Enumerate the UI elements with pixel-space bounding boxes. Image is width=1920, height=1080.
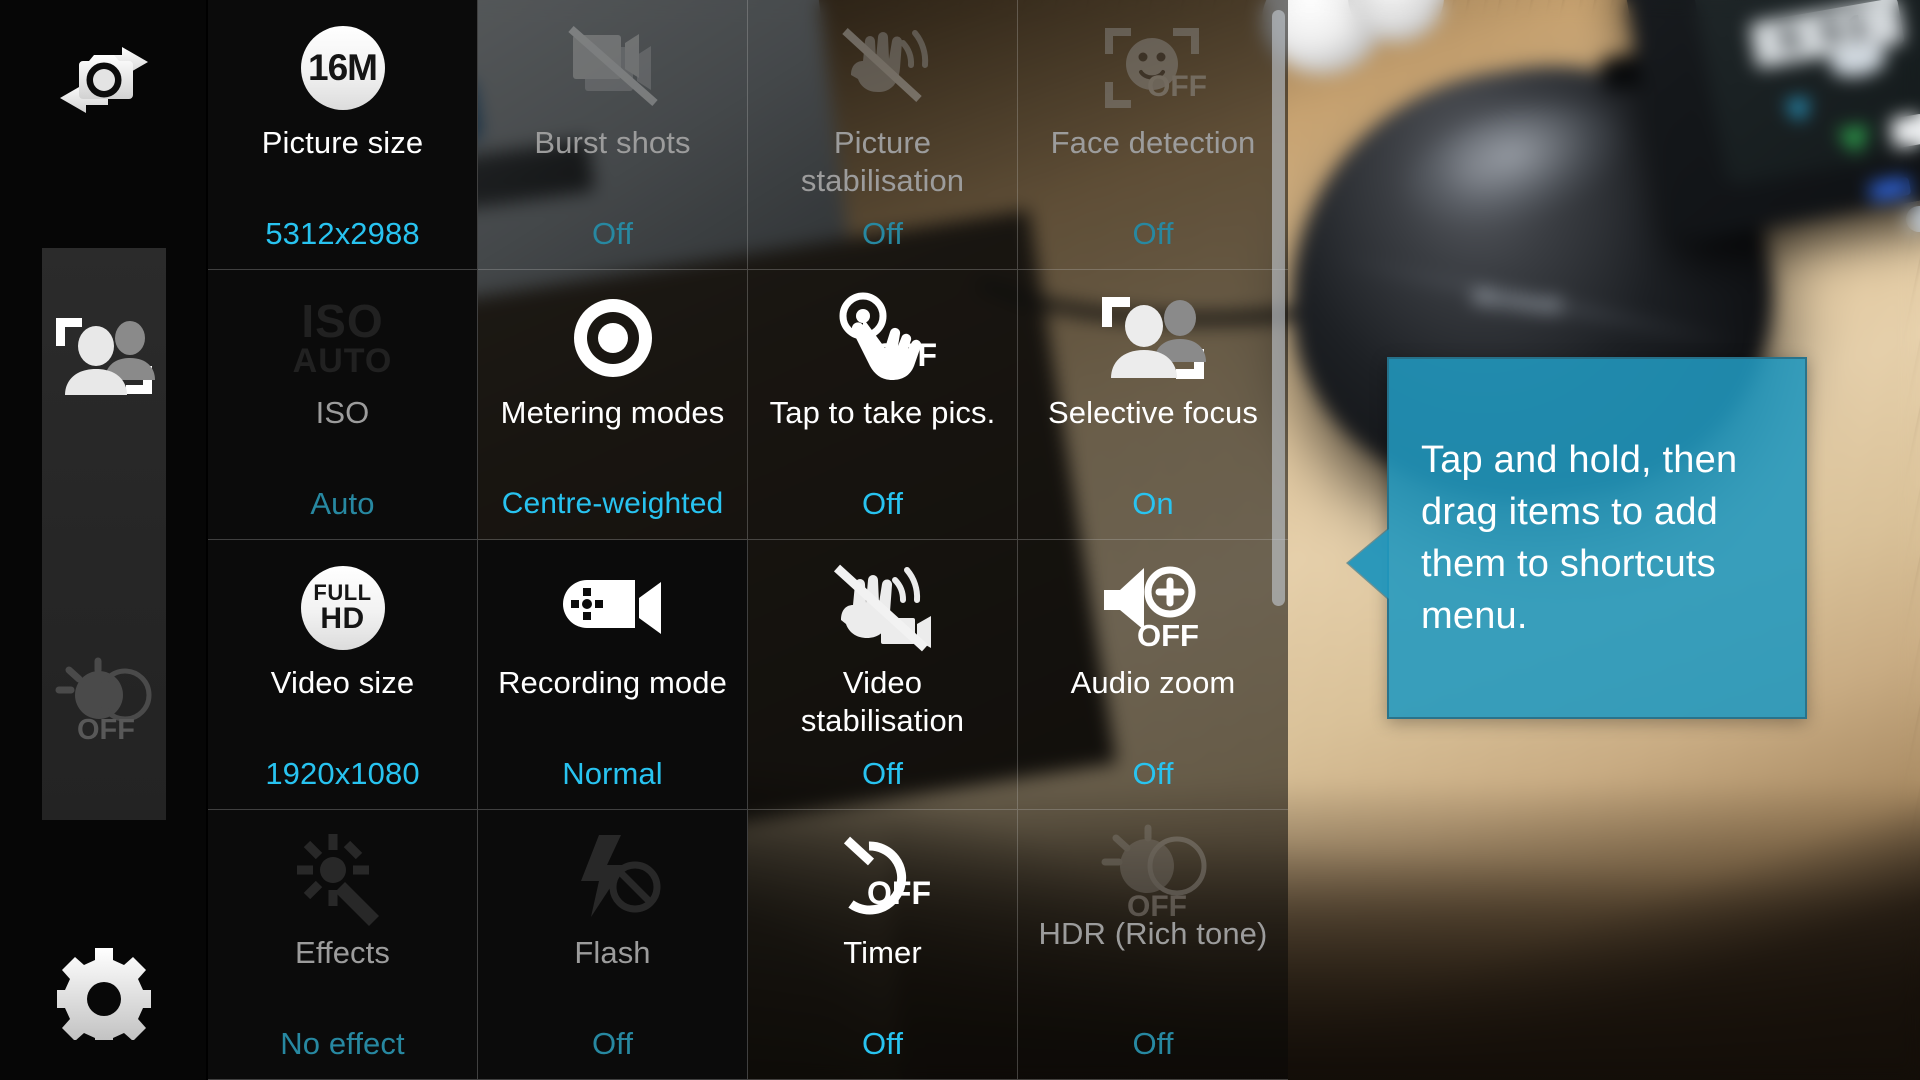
setting-value: Off <box>861 756 904 791</box>
badge-label-line1: FULL <box>313 580 372 605</box>
tap-to-take-pics-icon: OFF <box>827 284 939 392</box>
setting-title: Picture stabilisation <box>800 125 965 198</box>
shortcuts-menu[interactable]: OFF <box>42 248 166 820</box>
iso-auto-label: AUTO <box>292 342 393 380</box>
camera-settings-screen: Microsoft 5 51 OFF 16M Picture size 5312… <box>0 0 1920 1080</box>
setting-tap-to-take-pics[interactable]: OFF Tap to take pics. Off <box>748 270 1018 540</box>
setting-value: Off <box>861 216 904 251</box>
setting-selective-focus[interactable]: Selective focus On <box>1018 270 1288 540</box>
setting-burst-shots[interactable]: Burst shots Off <box>478 0 748 270</box>
setting-video-stabilisation[interactable]: Video stabilisation Off <box>748 540 1018 810</box>
setting-title: Timer <box>843 935 922 970</box>
setting-title: Video size <box>270 665 415 700</box>
setting-hdr[interactable]: OFF HDR (Rich tone) Off <box>1018 810 1288 1080</box>
switch-camera-icon <box>52 39 156 126</box>
picture-stabilisation-off-icon <box>833 14 933 122</box>
badge-label: 16M <box>300 26 385 110</box>
settings-scrollbar[interactable] <box>1272 10 1285 606</box>
tooltip-arrow <box>1348 529 1389 599</box>
burst-shots-off-icon <box>563 14 663 122</box>
setting-value: 1920x1080 <box>265 756 420 791</box>
shortcuts-hint-tooltip[interactable]: Tap and hold, then drag items to add the… <box>1348 357 1807 719</box>
setting-video-size[interactable]: FULL HD Video size 1920x1080 <box>208 540 478 810</box>
setting-title: Picture size <box>261 125 424 160</box>
setting-flash[interactable]: Flash Off <box>478 810 748 1080</box>
setting-title: Tap to take pics. <box>769 395 996 430</box>
selective-focus-icon <box>52 314 156 403</box>
setting-face-detection[interactable]: OFF Face detection Off <box>1018 0 1288 270</box>
setting-title: Effects <box>295 935 390 970</box>
setting-value: Auto <box>310 486 375 521</box>
tooltip-text: Tap and hold, then drag items to add the… <box>1421 439 1738 637</box>
badge-label-line2: HD <box>320 602 365 635</box>
settings-button[interactable] <box>0 930 208 1060</box>
setting-title: HDR (Rich tone) <box>1038 916 1268 951</box>
setting-title: Burst shots <box>534 125 691 160</box>
face-detection-icon: OFF <box>1099 14 1207 122</box>
setting-recording-mode[interactable]: Recording mode Normal <box>478 540 748 810</box>
audio-zoom-icon: OFF <box>1096 554 1210 662</box>
selective-focus-icon <box>1098 284 1208 392</box>
svg-text:OFF: OFF <box>1127 890 1187 920</box>
setting-value: On <box>1132 486 1174 521</box>
picture-size-badge-16m: 16M <box>300 14 385 122</box>
setting-value: Normal <box>562 756 663 791</box>
setting-effects[interactable]: Effects No effect <box>208 810 478 1080</box>
setting-audio-zoom[interactable]: OFF Audio zoom Off <box>1018 540 1288 810</box>
setting-value: Off <box>591 1026 634 1061</box>
setting-value: Off <box>1132 1026 1174 1061</box>
setting-title: Selective focus <box>1048 395 1258 430</box>
setting-picture-size[interactable]: 16M Picture size 5312x2988 <box>208 0 478 270</box>
svg-text:OFF: OFF <box>1147 70 1207 103</box>
setting-title: Audio zoom <box>1070 665 1236 700</box>
hdr-off-icon: OFF <box>49 657 159 750</box>
setting-title: Metering modes <box>500 395 725 430</box>
svg-text:OFF: OFF <box>1137 618 1199 653</box>
sidebar-edge <box>206 0 208 1080</box>
setting-value: 5312x2988 <box>265 216 420 251</box>
shortcut-hdr[interactable]: OFF <box>42 628 166 778</box>
setting-title: Flash <box>574 935 651 970</box>
setting-metering-modes[interactable]: Metering modes Centre-weighted <box>478 270 748 540</box>
setting-iso[interactable]: ISO AUTO ISO Auto <box>208 270 478 540</box>
setting-title: Face detection <box>1050 125 1256 160</box>
settings-grid: 16M Picture size 5312x2988 Burst shots O… <box>208 0 1288 1080</box>
setting-timer[interactable]: OFF Timer Off <box>748 810 1018 1080</box>
setting-value: Off <box>1132 216 1174 251</box>
effects-icon <box>293 824 393 932</box>
setting-value: Off <box>861 1026 904 1061</box>
svg-text:OFF: OFF <box>77 714 135 745</box>
setting-value: Centre-weighted <box>501 487 724 520</box>
setting-value: Off <box>591 216 634 251</box>
setting-title: Video stabilisation <box>800 665 965 738</box>
flash-off-icon <box>563 824 663 932</box>
iso-auto-icon: ISO AUTO <box>293 284 393 392</box>
svg-text:OFF: OFF <box>873 337 937 373</box>
setting-value: Off <box>861 486 904 521</box>
timer-off-icon: OFF <box>829 824 937 932</box>
switch-camera-button[interactable] <box>0 22 208 142</box>
hdr-off-icon: OFF <box>1095 824 1211 920</box>
setting-value: No effect <box>280 1026 405 1061</box>
setting-picture-stabilisation[interactable]: Picture stabilisation Off <box>748 0 1018 270</box>
left-sidebar: OFF <box>0 0 208 1080</box>
setting-value: Off <box>1132 756 1174 791</box>
setting-title: ISO <box>315 395 370 430</box>
video-size-badge-fullhd: FULL HD <box>300 554 385 662</box>
svg-text:OFF: OFF <box>867 875 931 911</box>
shortcut-selective-focus[interactable] <box>42 288 166 428</box>
gear-icon <box>53 946 155 1050</box>
metering-modes-icon <box>566 284 660 392</box>
setting-title: Recording mode <box>498 665 727 700</box>
iso-label: ISO <box>301 295 384 347</box>
video-stabilisation-off-icon <box>829 554 937 662</box>
recording-mode-icon <box>557 554 669 662</box>
